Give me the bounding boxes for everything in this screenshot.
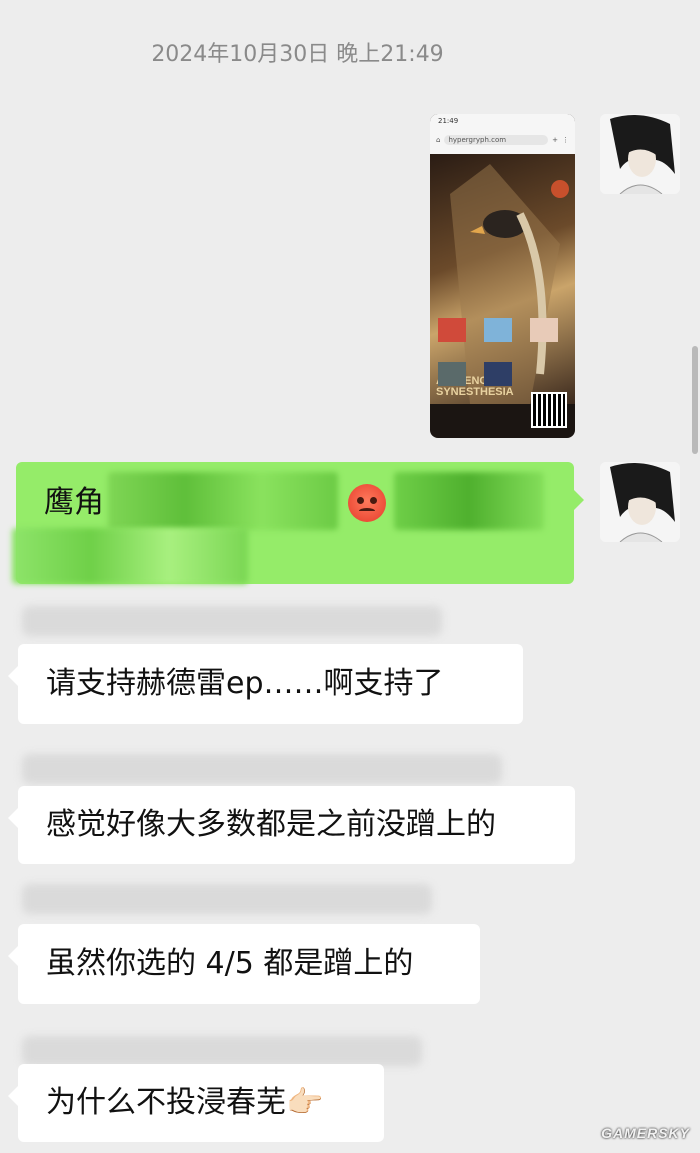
album-thumbnails	[438, 318, 558, 386]
message-bubble-other[interactable]: 为什么不投浸春芜 👉🏻	[8, 1064, 384, 1142]
message-bubble-other[interactable]: 虽然你选的 4/5 都是蹭上的	[8, 924, 480, 1004]
url-bar: ⌂ hypergryph.com + ⋮	[436, 133, 569, 147]
sender-name-redacted	[22, 606, 442, 636]
avatar-portrait-icon	[600, 114, 680, 194]
avatar-portrait-icon	[600, 462, 680, 542]
plus-icon: +	[552, 136, 558, 144]
message-bubble-self[interactable]: 鹰角	[12, 462, 584, 584]
message-bubble-other[interactable]: 请支持赫德雷ep……啊支持了	[8, 644, 523, 724]
message-text: 为什么不投浸春芜	[46, 1085, 286, 1120]
status-time: 21:49	[438, 117, 459, 125]
chat-timestamp: 2024年10月30日 晚上21:49	[151, 42, 444, 67]
redacted-blur	[108, 472, 338, 530]
url-text: hypergryph.com	[444, 135, 549, 145]
watermark: GAMERSKY	[601, 1125, 690, 1141]
message-text: 感觉好像大多数都是之前没蹭上的	[46, 807, 496, 842]
qr-code	[531, 392, 567, 428]
message-text: 鹰角	[44, 485, 104, 520]
message-bubble-other[interactable]: 感觉好像大多数都是之前没蹭上的	[8, 786, 575, 864]
home-icon: ⌂	[436, 136, 441, 144]
sender-name-redacted	[22, 884, 432, 914]
more-icon: ⋮	[562, 136, 569, 144]
redacted-blur	[12, 528, 248, 584]
angry-face-icon	[348, 484, 386, 522]
shared-screenshot-image[interactable]: 21:49 ⌂ hypergryph.com + ⋮ AMBIENCE SYNE…	[430, 114, 575, 438]
redacted-blur	[394, 472, 544, 530]
browser-bar: 21:49 ⌂ hypergryph.com + ⋮	[430, 114, 575, 154]
backhand-index-pointing-right-icon: 👉🏻	[286, 1085, 324, 1120]
sender-name-redacted	[22, 1036, 422, 1066]
message-text: 请支持赫德雷ep……啊支持了	[46, 666, 444, 701]
self-avatar[interactable]	[600, 462, 680, 542]
scrollbar[interactable]	[692, 346, 698, 454]
message-text: 虽然你选的 4/5 都是蹭上的	[46, 946, 414, 981]
sender-name-redacted	[22, 754, 502, 784]
self-avatar-top[interactable]	[600, 114, 680, 194]
